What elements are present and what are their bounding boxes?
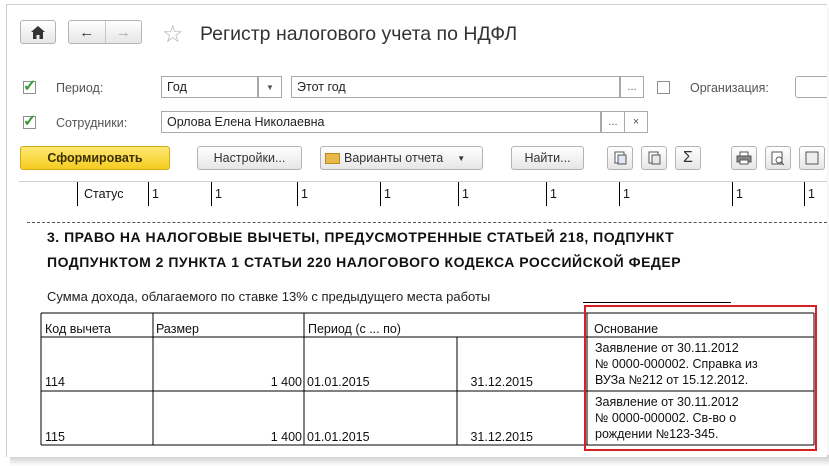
- sum-button[interactable]: Σ: [675, 146, 701, 170]
- header-deduction-code: Код вычета: [45, 322, 111, 336]
- organization-label: Организация:: [690, 81, 769, 95]
- period-type-select[interactable]: Год: [161, 76, 258, 98]
- find-button[interactable]: Найти...: [511, 146, 584, 170]
- row1-code: 114: [45, 375, 65, 389]
- forward-button[interactable]: →: [104, 21, 142, 43]
- clear-icon: ×: [632, 116, 640, 128]
- print-button[interactable]: [731, 146, 757, 170]
- home-icon: [31, 25, 45, 39]
- arrow-left-icon: ←: [79, 23, 95, 41]
- period-type-dropdown-button[interactable]: ▼: [258, 76, 282, 98]
- generate-button[interactable]: Сформировать: [20, 146, 170, 170]
- basis-column-highlight: [584, 305, 817, 451]
- history-nav: ← →: [68, 20, 142, 44]
- row1-from: 01.01.2015: [307, 375, 370, 389]
- preview-button[interactable]: [765, 146, 791, 170]
- settings-button[interactable]: Настройки...: [197, 146, 302, 170]
- checkmark-icon: ✓: [23, 113, 37, 130]
- favorite-star-icon[interactable]: ☆: [162, 22, 184, 48]
- save-icon: [805, 151, 819, 165]
- row2-code: 115: [45, 430, 65, 444]
- employees-field[interactable]: Орлова Елена Николаевна: [161, 111, 601, 133]
- report-document: Статус 1 1 1 1 1 1 1 1 1 3. ПРАВО НА НАЛ…: [19, 181, 827, 457]
- row2-to: 31.12.2015: [470, 430, 533, 444]
- row1-to: 31.12.2015: [470, 375, 533, 389]
- page-title: Регистр налогового учета по НДФЛ: [200, 23, 518, 45]
- report-window: ← → ☆ Регистр налогового учета по НДФЛ ✓…: [6, 4, 827, 457]
- row2-from: 01.01.2015: [307, 430, 370, 444]
- header-period: Период (с ... по): [308, 322, 401, 336]
- save-button[interactable]: [799, 146, 825, 170]
- organization-checkbox[interactable]: [657, 81, 670, 94]
- collapse-groups-button[interactable]: [641, 146, 667, 170]
- sigma-icon: Σ: [683, 149, 693, 166]
- chevron-down-icon: ▼: [266, 82, 274, 92]
- chevron-down-icon: ▼: [457, 153, 466, 163]
- arrow-right-icon: →: [115, 23, 131, 41]
- period-checkbox[interactable]: ✓: [23, 78, 36, 95]
- header-amount: Размер: [156, 322, 199, 336]
- expand-groups-button[interactable]: [607, 146, 633, 170]
- home-button[interactable]: [20, 20, 56, 44]
- printer-icon: [736, 151, 752, 165]
- organization-field[interactable]: [795, 76, 827, 98]
- employees-clear-button[interactable]: ×: [624, 111, 648, 133]
- employees-select-button[interactable]: ...: [601, 111, 625, 133]
- period-label: Период:: [56, 81, 104, 95]
- report-variants-button[interactable]: Варианты отчета ▼: [320, 146, 483, 170]
- folder-icon: [325, 152, 340, 164]
- expand-groups-icon: [614, 151, 627, 165]
- collapse-groups-icon: [648, 151, 661, 165]
- period-value-field[interactable]: Этот год: [291, 76, 620, 98]
- back-button[interactable]: ←: [69, 21, 105, 43]
- row2-amount: 1 400: [270, 430, 302, 444]
- print-preview-icon: [771, 151, 785, 165]
- employees-checkbox[interactable]: ✓: [23, 113, 36, 130]
- period-select-button[interactable]: ...: [620, 76, 644, 98]
- report-variants-label: Варианты отчета: [344, 151, 444, 165]
- employees-label: Сотрудники:: [56, 116, 128, 130]
- checkmark-icon: ✓: [23, 78, 37, 95]
- row1-amount: 1 400: [270, 375, 302, 389]
